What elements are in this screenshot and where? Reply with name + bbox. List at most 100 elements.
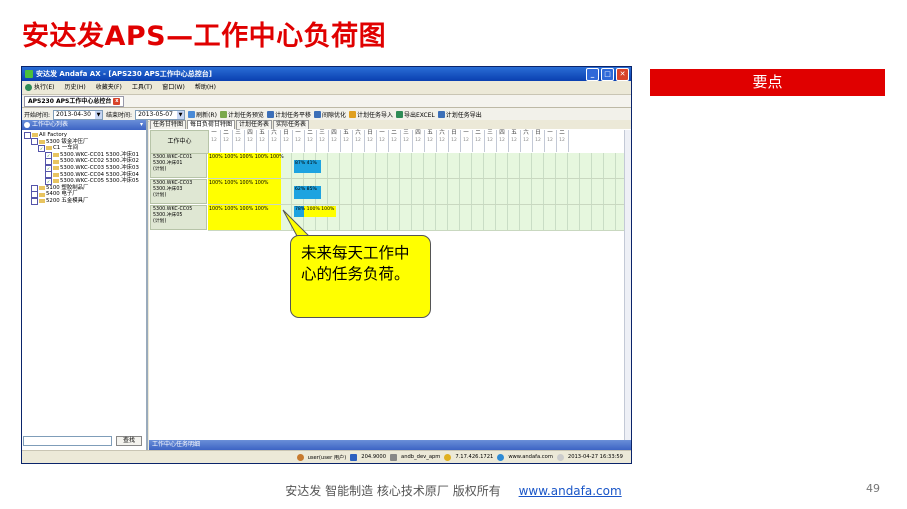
load-gantt-grid: 工作中心 一 12 二 12 三 12 四 12 五 12 六 12 日 12 一 12 二 12 三 12 四 12 五 1… [150, 130, 631, 231]
tab-aps230[interactable]: APS230 APS工作中心总控台 x [24, 95, 125, 107]
load-bar-partial[interactable]: 62% 85% [294, 186, 321, 199]
tab-actual-task-table[interactable]: 实际任务表 [273, 120, 310, 129]
workcenter-cell[interactable]: 5300.WKC-CC01 5300.冲床01 (计划) [150, 153, 207, 178]
callout-note: 未来每天工作中心的任务负荷。 [290, 235, 431, 318]
menu-bar: 执行(E) 历史(H) 收藏夹(F) 工具(T) 窗口(W) 帮助(H) [22, 81, 631, 95]
task-detail-header: 工作中心任务明细 [149, 440, 631, 450]
tree-node[interactable]: All Factory [24, 131, 144, 139]
shift-icon [266, 111, 274, 118]
panel-icon [24, 122, 30, 128]
day-number: 12 [415, 138, 421, 143]
maximize-button[interactable]: □ [601, 68, 614, 81]
tree-node[interactable]: ✓ C1 一车间 [24, 144, 144, 152]
tab-daily-load-gantt[interactable]: 每日负荷甘特图 [187, 120, 236, 129]
close-tab-icon[interactable]: x [113, 97, 121, 105]
day-weekday: 四 [499, 130, 505, 136]
day-weekday: 二 [559, 130, 565, 136]
day-weekday: 六 [439, 130, 445, 136]
load-bar-partial[interactable]: 87% 41% [294, 160, 321, 173]
menu-favorites[interactable]: 收藏夹(F) [96, 81, 122, 94]
status-ip: 7.17.426.1721 [455, 454, 494, 460]
tab-plan-task-table[interactable]: 计划任务表 [236, 120, 273, 129]
vertical-scrollbar[interactable] [624, 130, 631, 440]
gap-optimize-button[interactable]: 间隙优化 [313, 110, 346, 119]
menu-execute[interactable]: 执行(E) [25, 81, 54, 94]
tree-node-label: 5200 五金模具厂 [46, 197, 89, 204]
day-weekday: 三 [487, 130, 493, 136]
workcenter-cell[interactable]: 5300.WKC-CC05 5300.冲床05 (计划) [150, 205, 207, 230]
tree-node[interactable]: 5400 电子厂 [24, 191, 144, 199]
day-number: 12 [271, 138, 277, 143]
menu-window[interactable]: 窗口(W) [162, 81, 185, 94]
day-weekday: 五 [427, 130, 433, 136]
day-number: 12 [547, 138, 553, 143]
refresh-button[interactable]: 刷新(R) [188, 110, 217, 119]
status-port: 204.9000 [361, 454, 387, 460]
pin-icon[interactable]: ▾ [140, 120, 143, 130]
minimize-button[interactable]: _ [586, 68, 599, 81]
checkbox[interactable] [31, 197, 38, 205]
menu-help[interactable]: 帮助(H) [195, 81, 216, 94]
day-number: 12 [307, 138, 313, 143]
server-icon [350, 453, 358, 461]
keypoint-bar: 要点 [650, 69, 885, 96]
checkbox[interactable] [31, 138, 38, 146]
search-input[interactable] [23, 436, 112, 446]
end-time-field[interactable]: 2013-05-07 ▼ [135, 109, 186, 120]
menu-tools[interactable]: 工具(T) [132, 81, 152, 94]
tree-node[interactable]: 5300.WKC-CC02 5300.冲床02 [24, 158, 144, 166]
day-number: 12 [259, 138, 265, 143]
load-bar-full[interactable]: 100% 100% 100% 100% 100% [208, 153, 284, 178]
export-excel-button[interactable]: 导出EXCEL [395, 110, 435, 119]
checkbox[interactable] [24, 131, 31, 139]
workcenter-line: (计划) [153, 219, 167, 224]
load-row: 100% 100% 100% 100% 62% 85% [208, 179, 628, 205]
day-number: 12 [211, 138, 217, 143]
status-site: www.andafa.com [508, 454, 553, 460]
task-import-button[interactable]: 计划任务导入 [348, 110, 393, 119]
load-bar-full[interactable]: 100% 100% 100% 100% [208, 179, 281, 204]
grid-header-workcenter: 工作中心 [150, 130, 209, 154]
task-export-button[interactable]: 计划任务导出 [437, 110, 482, 119]
end-time-label: 结束时间: [106, 112, 133, 119]
task-shift-button[interactable]: 计划任务平移 [266, 110, 311, 119]
footer-link[interactable]: www.andafa.com [519, 484, 622, 498]
tree-node[interactable]: 5100 塑胶制品厂 [24, 184, 144, 192]
find-button[interactable]: 查找 [116, 436, 143, 446]
tab-task-gantt[interactable]: 任务甘特图 [150, 120, 187, 129]
globe-icon [497, 453, 505, 461]
folder-icon [32, 133, 38, 138]
execute-icon [25, 84, 32, 91]
preview-icon [219, 111, 227, 118]
load-bar-full[interactable]: 100% 100% 100% 100% [208, 205, 281, 230]
day-weekday: 一 [547, 130, 553, 136]
optimize-icon [313, 111, 321, 118]
start-time-field[interactable]: 2013-04-30 ▼ [53, 109, 104, 120]
menu-history[interactable]: 历史(H) [64, 81, 85, 94]
task-preview-button[interactable]: 计划任务预览 [219, 110, 264, 119]
workcenter-panel: 工作中心列表 ▾ All Factory 5300 钣金冲压厂 ✓ C1 一车间 ✓ 53… [22, 120, 148, 450]
day-number: 12 [343, 138, 349, 143]
day-weekday: 一 [295, 130, 301, 136]
day-number: 12 [511, 138, 517, 143]
load-row: 100% 100% 100% 100% 100% 87% 41% [208, 153, 628, 179]
day-weekday: 三 [319, 130, 325, 136]
tree-node[interactable]: ✓ 5300.WKC-CC03 5300.冲床03 [24, 164, 144, 172]
window-titlebar: 安达发 Andafa AX - [APS230 APS工作中心总控台] _ □ … [22, 67, 631, 81]
day-number: 12 [367, 138, 373, 143]
chevron-down-icon[interactable]: ▼ [177, 110, 185, 119]
chevron-down-icon[interactable]: ▼ [95, 110, 103, 119]
tree-node[interactable]: ✓ 5300.WKC-CC05 5300.冲床05 [24, 177, 144, 185]
app-icon [25, 70, 33, 78]
tree-node[interactable]: 5200 五金模具厂 [24, 197, 144, 205]
close-button[interactable]: ✕ [616, 68, 629, 81]
slide-title: 安达发APS—工作中心负荷图 [22, 21, 387, 52]
workcenter-line: (计划) [153, 167, 167, 172]
workcenter-cell[interactable]: 5300.WKC-CC03 5300.冲床03 (计划) [150, 179, 207, 204]
day-number: 12 [463, 138, 469, 143]
clock-icon [556, 453, 564, 461]
checkbox[interactable]: ✓ [38, 144, 45, 152]
day-number: 12 [223, 138, 229, 143]
slide-footer: 安达发 智能制造 核心技术原厂 版权所有 www.andafa.com [0, 482, 907, 499]
load-bar-partial[interactable]: 78% 100% 100% [294, 206, 336, 217]
